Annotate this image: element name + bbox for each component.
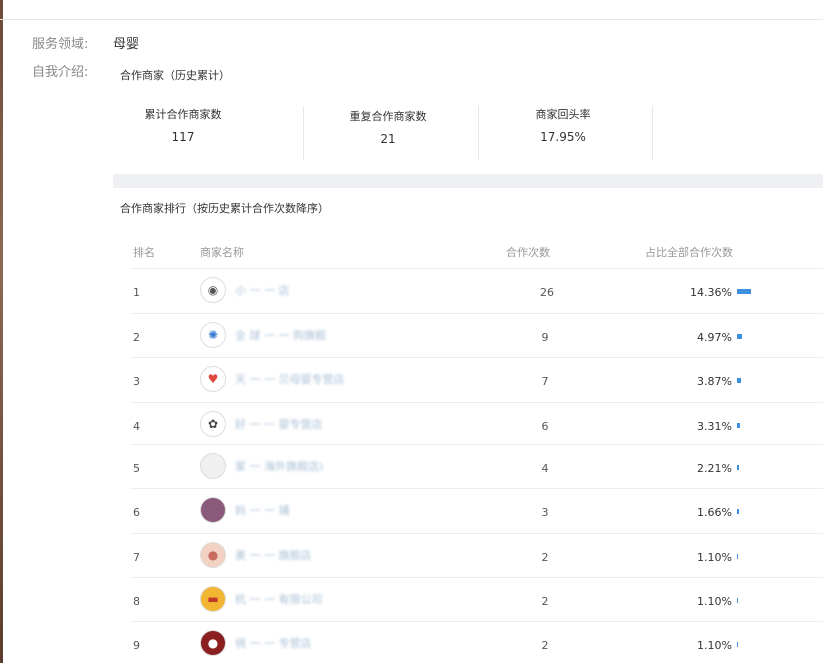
row-count: 6 bbox=[541, 420, 549, 433]
stat-value: 21 bbox=[380, 132, 396, 146]
table-row: 2 ✺ 全 球 一 一 购旗舰 9 4.97% bbox=[130, 313, 823, 358]
row-rank: 3 bbox=[133, 375, 140, 388]
stat-value: 17.95% bbox=[540, 130, 586, 144]
row-share: 3.87% bbox=[697, 375, 732, 388]
stat-value: 117 bbox=[171, 130, 195, 144]
table-row: 4 ✿ 好 一 一 婴专营店 6 3.31% bbox=[130, 402, 823, 447]
row-share: 4.97% bbox=[697, 331, 732, 344]
row-share: 1.10% bbox=[697, 595, 732, 608]
merchant-name-link[interactable]: 好 一 一 婴专营店 bbox=[235, 416, 323, 432]
row-rank: 1 bbox=[133, 286, 140, 299]
row-count: 26 bbox=[540, 286, 554, 299]
merchant-name-link[interactable]: 杭 一 一 有限公司 bbox=[235, 591, 323, 607]
partners-section-title: 合作商家（历史累计） bbox=[120, 69, 230, 82]
merchant-name-link[interactable]: 俏 一 一 专营店 bbox=[235, 635, 312, 651]
row-rank: 2 bbox=[133, 331, 140, 344]
share-bar bbox=[737, 378, 741, 383]
row-count: 3 bbox=[541, 506, 549, 519]
stat-label: 商家回头率 bbox=[535, 108, 591, 121]
share-bar bbox=[737, 465, 739, 470]
merchant-name-link[interactable]: 小 一 一 店 bbox=[235, 282, 290, 298]
top-divider bbox=[0, 19, 823, 20]
row-count: 9 bbox=[541, 331, 549, 344]
share-bar bbox=[737, 334, 742, 339]
table-row: 3 ♥ 天 一 一 贝母婴专营店 7 3.87% bbox=[130, 357, 823, 402]
yellow-logo-icon[interactable]: ▬ bbox=[200, 586, 226, 612]
hello-kitty-icon[interactable]: ♥ bbox=[200, 366, 226, 392]
row-count: 4 bbox=[541, 462, 549, 475]
baby-face-icon[interactable]: ◉ bbox=[200, 277, 226, 303]
stat-divider bbox=[478, 106, 479, 160]
row-share: 1.10% bbox=[697, 639, 732, 652]
row-count: 7 bbox=[541, 375, 549, 388]
col-share-header: 占比全部合作次数 bbox=[645, 246, 733, 259]
stat-divider bbox=[303, 106, 304, 160]
child-photo-icon[interactable] bbox=[200, 497, 226, 523]
table-row: 9 ● 俏 一 一 专营店 2 1.10% bbox=[130, 621, 823, 666]
stat-total-partners: 累计合作商家数 117 bbox=[123, 106, 243, 160]
table-row: 1 ◉ 小 一 一 店 26 14.36% bbox=[130, 268, 823, 313]
share-bar bbox=[737, 598, 738, 603]
stat-label: 累计合作商家数 bbox=[144, 108, 222, 121]
share-bar bbox=[737, 554, 738, 559]
table-row: 8 ▬ 杭 一 一 有限公司 2 1.10% bbox=[130, 577, 823, 622]
partner-panel: 合作商家（历史累计） 累计合作商家数 117 重复合作商家数 21 商家回头率 … bbox=[113, 52, 823, 663]
stat-label: 重复合作商家数 bbox=[349, 110, 427, 123]
stat-return-rate: 商家回头率 17.95% bbox=[503, 106, 623, 160]
share-bar bbox=[737, 509, 739, 514]
share-bar bbox=[737, 642, 738, 647]
red-logo-icon[interactable]: ● bbox=[200, 630, 226, 656]
col-name-header: 商家名称 bbox=[200, 246, 244, 259]
service-field-label: 服务领域: bbox=[32, 37, 89, 52]
row-rank: 9 bbox=[133, 639, 140, 652]
merchant-name-link[interactable]: 天 一 一 贝母婴专营店 bbox=[235, 371, 345, 387]
merchant-name-link[interactable]: 美 一 一 旗舰店 bbox=[235, 547, 312, 563]
row-rank: 8 bbox=[133, 595, 140, 608]
blank-avatar-icon[interactable] bbox=[200, 453, 226, 479]
col-rank-header: 排名 bbox=[133, 246, 155, 259]
stat-divider bbox=[652, 106, 653, 160]
merchant-name-link[interactable]: 全 球 一 一 购旗舰 bbox=[235, 327, 326, 343]
ranking-section-title: 合作商家排行（按历史累计合作次数降序） bbox=[120, 202, 329, 215]
row-share: 14.36% bbox=[690, 286, 732, 299]
window-edge bbox=[0, 0, 3, 663]
row-count: 2 bbox=[541, 639, 549, 652]
row-rank: 6 bbox=[133, 506, 140, 519]
row-share: 3.31% bbox=[697, 420, 732, 433]
row-rank: 5 bbox=[133, 462, 140, 475]
row-count: 2 bbox=[541, 551, 549, 564]
merchant-name-link[interactable]: 家 一 海外旗舰店) bbox=[235, 458, 323, 474]
table-row: 5 家 一 海外旗舰店) 4 2.21% bbox=[130, 444, 823, 489]
share-bar bbox=[737, 423, 740, 428]
row-rank: 4 bbox=[133, 420, 140, 433]
baby-photo-icon[interactable]: ● bbox=[200, 542, 226, 568]
section-separator bbox=[113, 174, 823, 188]
row-share: 1.10% bbox=[697, 551, 732, 564]
service-field-value: 母婴 bbox=[113, 37, 140, 52]
table-row: 7 ● 美 一 一 旗舰店 2 1.10% bbox=[130, 533, 823, 578]
row-rank: 7 bbox=[133, 551, 140, 564]
share-bar bbox=[737, 289, 751, 294]
row-count: 2 bbox=[541, 595, 549, 608]
colorful-badge-icon[interactable]: ✺ bbox=[200, 322, 226, 348]
intro-field-label: 自我介绍: bbox=[32, 65, 89, 80]
snoopy-icon[interactable]: ✿ bbox=[200, 411, 226, 437]
table-row: 6 妈 一 一 铺 3 1.66% bbox=[130, 488, 823, 533]
row-share: 2.21% bbox=[697, 462, 732, 475]
merchant-name-link[interactable]: 妈 一 一 铺 bbox=[235, 502, 290, 518]
row-share: 1.66% bbox=[697, 506, 732, 519]
stat-repeat-partners: 重复合作商家数 21 bbox=[328, 108, 448, 162]
col-count-header: 合作次数 bbox=[506, 246, 550, 259]
